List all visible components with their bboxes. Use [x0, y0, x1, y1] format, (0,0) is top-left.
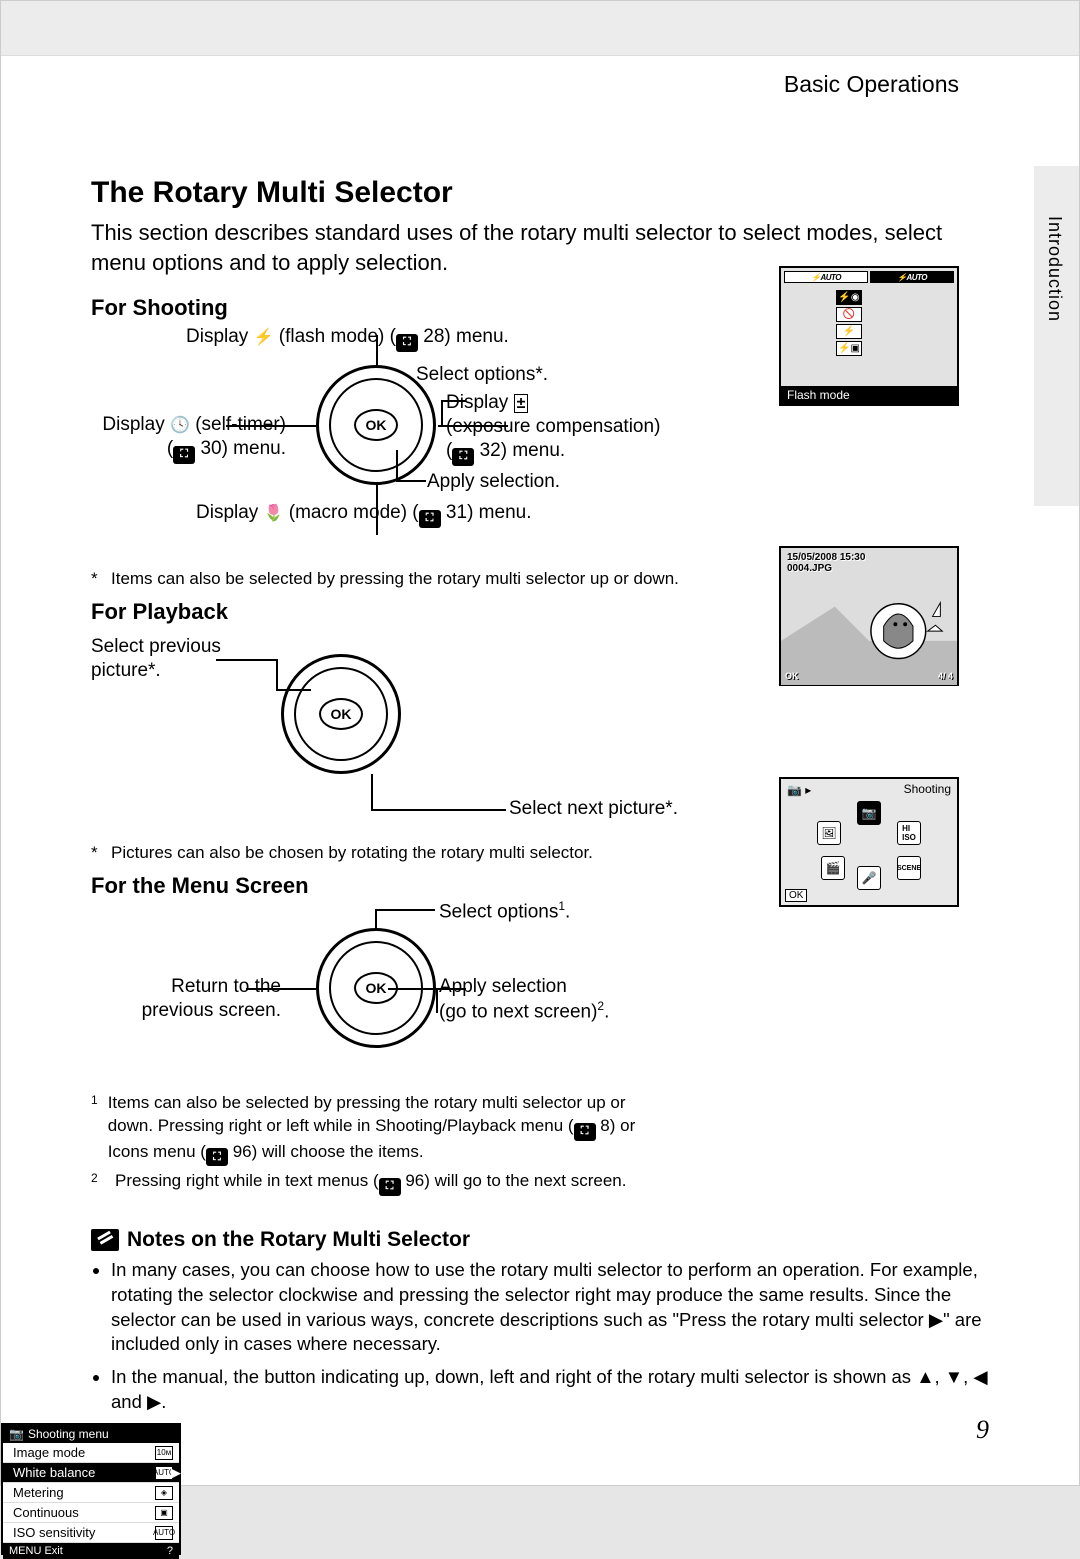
help-icon: ?: [167, 1545, 173, 1557]
exposure-comp-label: Display ± (exposure compensation) (⛶ 32)…: [446, 391, 660, 465]
apply-selection-label: Apply selection.: [427, 470, 560, 494]
menu-item: Image mode10м: [3, 1443, 179, 1463]
select-options-label: Select options1.: [439, 899, 570, 924]
ok-indicator: OK: [785, 671, 799, 681]
page-ref-icon: ⛶: [379, 1178, 401, 1196]
menu-item: Metering◈: [3, 1483, 179, 1503]
ok-indicator: OK: [785, 889, 807, 902]
mode-wheel-preview: 📷 ▸ Shooting 📷 HIISO SCENE 🎤 🎬 🖼 OK: [779, 777, 959, 907]
flash-mode-label: Display ⚡ (flash mode) (⛶ 28) menu.: [186, 325, 509, 352]
side-tab: Introduction: [1034, 166, 1079, 506]
page-ref-icon: ⛶: [396, 334, 418, 352]
pencil-icon: [91, 1229, 119, 1251]
flash-icon: ⚡: [254, 329, 274, 346]
mode-icon: 📷: [857, 801, 881, 825]
camera-icon: 📷 ▸: [787, 783, 811, 797]
menu-footnote-2: 2 Pressing right while in text menus (⛶ …: [91, 1170, 651, 1195]
self-timer-label: Display 🕓 (self-timer) (⛶ 30) menu.: [86, 413, 286, 464]
flash-option-icon: ⚡▣: [836, 341, 862, 356]
auto-badge: ⚡AUTO: [870, 271, 954, 283]
playback-preview: 15/05/2008 15:300004.JPG OK 4/ 4: [779, 546, 959, 686]
playback-datetime: 15/05/2008 15:300004.JPG: [787, 552, 865, 574]
flash-option-icon: ⚡◉: [836, 290, 862, 305]
macro-mode-label: Display 🌷 (macro mode) (⛶ 31) menu.: [196, 501, 531, 528]
macro-icon: 🌷: [264, 505, 284, 522]
breadcrumb: Basic Operations: [784, 71, 959, 98]
menu-item-selected: White balance▶AUTO: [3, 1463, 179, 1483]
menu-footnote-1: 1 Items can also be selected by pressing…: [91, 1092, 651, 1166]
auto-badge: ⚡AUTO: [784, 271, 868, 283]
prev-picture-label: Select previouspicture*.: [91, 635, 221, 683]
mode-title: Shooting: [904, 782, 951, 796]
apply-selection-label: Apply selection(go to next screen)2.: [439, 975, 609, 1024]
mode-icon: 🎬: [821, 856, 845, 880]
menu-footer-exit: MENU Exit: [9, 1545, 63, 1557]
page-number: 9: [976, 1415, 989, 1445]
page-ref-icon: ⛶: [419, 510, 441, 528]
menu-item: Continuous▣: [3, 1503, 179, 1523]
note-bullet-1: In many cases, you can choose how to use…: [111, 1258, 989, 1358]
menu-item: ISO sensitivityAUTO: [3, 1523, 179, 1543]
rotary-dial-icon: OK: [281, 654, 401, 774]
flash-mode-caption: Flash mode: [781, 386, 957, 404]
ok-button-icon: OK: [319, 698, 363, 730]
ok-button-icon: OK: [354, 409, 398, 441]
flash-option-icon: 🚫: [836, 307, 862, 322]
page-ref-icon: ⛶: [452, 448, 474, 466]
menu-diagram: OK Select options1. Return to thepreviou…: [91, 903, 989, 1088]
page-ref-icon: ⛶: [173, 446, 195, 464]
page-ref-icon: ⛶: [206, 1148, 228, 1166]
mode-icon: 🎤: [857, 866, 881, 890]
flash-mode-preview: ⚡AUTO ⚡AUTO ⚡◉ 🚫 ⚡ ⚡▣ Flash mode: [779, 266, 959, 406]
shooting-menu-preview: 📷 Shooting menu Image mode10м White balan…: [1, 1423, 181, 1555]
page-ref-icon: ⛶: [574, 1123, 596, 1141]
mode-icon: 🖼: [817, 821, 841, 845]
camera-icon: 📷: [9, 1427, 24, 1441]
mode-icon: SCENE: [897, 856, 921, 880]
self-timer-icon: 🕓: [170, 417, 190, 434]
notes-heading: Notes on the Rotary Multi Selector: [91, 1228, 989, 1252]
return-label: Return to theprevious screen.: [106, 975, 281, 1023]
menu-title: Shooting menu: [28, 1427, 109, 1441]
flash-option-icon: ⚡: [836, 324, 862, 339]
exposure-icon: ±: [514, 394, 529, 413]
counter-indicator: 4/ 4: [938, 671, 953, 681]
side-tab-label: Introduction: [1044, 216, 1065, 322]
next-picture-label: Select next picture*.: [509, 797, 678, 821]
page-title: The Rotary Multi Selector: [91, 176, 989, 210]
note-bullet-2: In the manual, the button indicating up,…: [111, 1365, 989, 1415]
mode-icon: HIISO: [897, 821, 921, 845]
select-options-label: Select options*.: [416, 363, 548, 387]
